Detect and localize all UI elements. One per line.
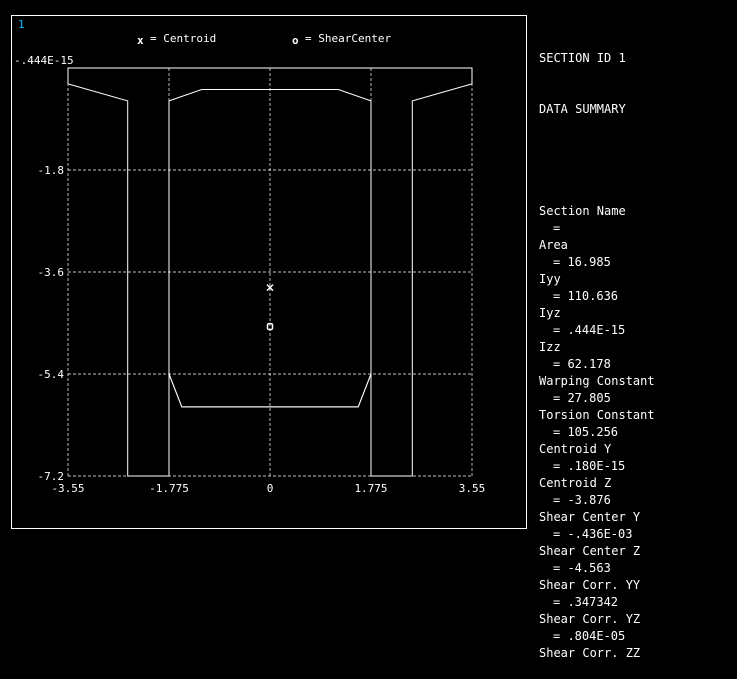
- summary-label-10: Shear Center Z: [539, 544, 641, 558]
- summary-value-8: = -3.876: [553, 493, 611, 507]
- y-tick-label-0: -1.8: [38, 164, 65, 177]
- summary-value-11: = .347342: [553, 595, 619, 609]
- summary-label-8: Centroid Z: [539, 476, 612, 490]
- summary-header-section-id: SECTION ID 1: [539, 51, 626, 65]
- summary-label-11: Shear Corr. YY: [539, 578, 641, 592]
- x-tick-label-3: 1.775: [354, 482, 387, 495]
- legend-shear-label: = ShearCenter: [305, 32, 391, 45]
- summary-value-4: = 62.178: [553, 357, 611, 371]
- summary-items: Section Name = Area = 16.985 Iyy = 110.636 Iyz…: [539, 203, 734, 662]
- legend-shear-marker: o: [292, 34, 299, 47]
- grid-layer: [67, 68, 473, 477]
- summary-label-0: Section Name: [539, 204, 626, 218]
- x-tick-label-2: 0: [267, 482, 274, 495]
- x-tick-label-4: 3.55: [459, 482, 486, 495]
- summary-value-5: = 27.805: [553, 391, 611, 405]
- summary-value-6: = 105.256: [553, 425, 619, 439]
- summary-label-13: Shear Corr. ZZ: [539, 646, 641, 660]
- summary-value-1: = 16.985: [553, 255, 611, 269]
- x-tick-label-0: -3.55: [51, 482, 84, 495]
- x-tick-label-1: -1.775: [149, 482, 189, 495]
- legend-centroid-marker: x: [137, 34, 144, 47]
- summary-spacer: [539, 152, 734, 169]
- y-tick-label-3: -7.2: [38, 470, 65, 483]
- y-top-label: -.444E-15: [14, 54, 74, 67]
- y-tick-label-1: -3.6: [38, 266, 65, 279]
- data-summary-panel: SECTION ID 1 DATA SUMMARY Section Name = A…: [539, 16, 734, 679]
- summary-label-12: Shear Corr. YZ: [539, 612, 641, 626]
- summary-label-3: Iyz: [539, 306, 561, 320]
- summary-label-1: Area: [539, 238, 568, 252]
- summary-label-2: Iyy: [539, 272, 561, 286]
- legend-centroid-label: = Centroid: [150, 32, 216, 45]
- summary-header-data-summary: DATA SUMMARY: [539, 102, 626, 116]
- summary-value-2: = 110.636: [553, 289, 619, 303]
- summary-label-6: Torsion Constant: [539, 408, 655, 422]
- markers: [266, 284, 274, 331]
- summary-value-0: =: [553, 221, 561, 235]
- summary-label-5: Warping Constant: [539, 374, 655, 388]
- window-number: 1: [18, 18, 25, 31]
- summary-value-10: = -4.563: [553, 561, 611, 575]
- axis-labels: -3.55 -1.775 0 1.775 3.55 -1.8 -3.6 -5.4 -7.2: [38, 164, 486, 495]
- summary-value-7: = .180E-15: [553, 459, 626, 473]
- summary-value-3: = .444E-15: [553, 323, 626, 337]
- y-tick-label-2: -5.4: [38, 368, 65, 381]
- summary-value-12: = .804E-05: [553, 629, 626, 643]
- summary-value-9: = -.436E-03: [553, 527, 633, 541]
- summary-label-9: Shear Center Y: [539, 510, 641, 524]
- summary-label-7: Centroid Y: [539, 442, 612, 456]
- summary-label-4: Izz: [539, 340, 561, 354]
